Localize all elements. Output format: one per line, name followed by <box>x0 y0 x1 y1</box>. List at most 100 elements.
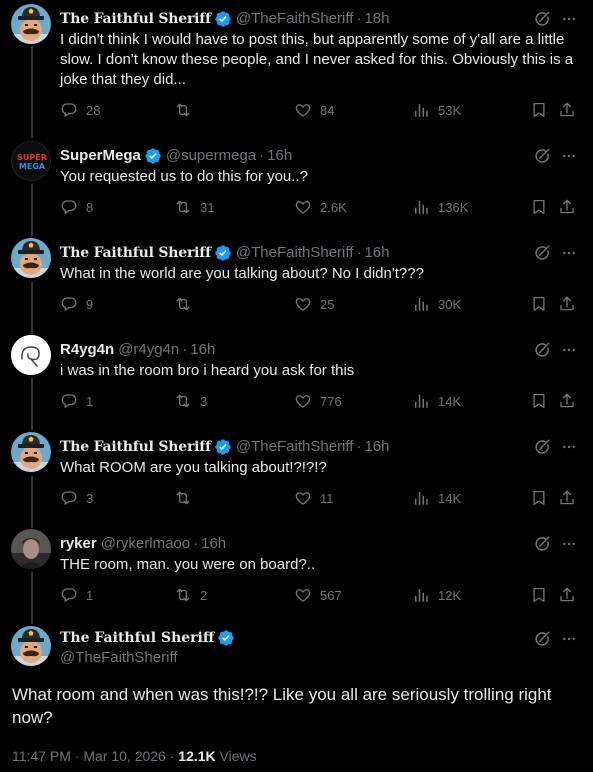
tweet-header: The Faithful Sheriff @TheFaithSheriff · … <box>60 243 389 263</box>
tweet[interactable]: The Faithful Sheriff @TheFaithSheriff · … <box>0 4 593 124</box>
share-button[interactable] <box>558 197 576 217</box>
reply-button[interactable]: 9 <box>60 294 93 314</box>
bookmark-icon <box>530 392 548 410</box>
display-name[interactable]: The Faithful Sheriff <box>60 630 214 646</box>
like-button[interactable]: 84 <box>294 100 334 120</box>
grok-icon[interactable] <box>533 10 551 28</box>
more-icon[interactable] <box>561 147 577 165</box>
bookmark-button[interactable] <box>530 488 548 508</box>
grok-icon[interactable] <box>533 244 551 262</box>
repost-button[interactable]: 3 <box>174 391 207 411</box>
like-button[interactable]: 25 <box>294 294 334 314</box>
timestamp[interactable]: 16h <box>364 243 389 263</box>
reply-button[interactable]: 8 <box>60 197 93 217</box>
avatar[interactable]: SUPER MEGA <box>11 141 51 181</box>
action-bar: 9 25 30K <box>60 294 580 314</box>
share-button[interactable] <box>558 585 576 605</box>
reply-icon <box>60 586 78 604</box>
repost-icon <box>174 392 192 410</box>
timestamp[interactable]: 16h <box>201 534 226 554</box>
handle[interactable]: @TheFaithSheriff <box>236 9 354 29</box>
timestamp[interactable]: 18h <box>364 9 389 29</box>
avatar[interactable] <box>11 432 51 472</box>
timestamp[interactable]: 16h <box>364 437 389 457</box>
views-button[interactable]: 14K <box>412 488 461 508</box>
like-icon <box>294 392 312 410</box>
repost-button[interactable] <box>174 488 200 508</box>
reply-button[interactable]: 3 <box>60 488 93 508</box>
more-icon[interactable] <box>561 10 577 28</box>
grok-icon[interactable] <box>533 535 551 553</box>
views-icon <box>412 101 430 119</box>
more-icon[interactable] <box>561 535 577 553</box>
more-icon[interactable] <box>561 341 577 359</box>
views-button[interactable]: 14K <box>412 391 461 411</box>
display-name[interactable]: The Faithful Sheriff <box>60 243 211 263</box>
tweet[interactable]: The Faithful Sheriff @TheFaithSheriff · … <box>0 432 593 518</box>
grok-icon[interactable] <box>533 630 551 648</box>
views-button[interactable]: 53K <box>412 100 461 120</box>
reply-button[interactable]: 28 <box>60 100 100 120</box>
grok-icon[interactable] <box>533 438 551 456</box>
reply-count: 9 <box>86 296 94 312</box>
handle[interactable]: @r4yg4n <box>118 340 179 360</box>
post-time[interactable]: 11:47 PM <box>12 748 71 764</box>
views-button[interactable]: 30K <box>412 294 461 314</box>
views-button[interactable]: 136K <box>412 197 468 217</box>
repost-button[interactable] <box>174 100 200 120</box>
share-button[interactable] <box>558 294 576 314</box>
display-name[interactable]: SuperMega <box>60 146 141 166</box>
handle[interactable]: @TheFaithSheriff <box>236 437 354 457</box>
reply-button[interactable]: 1 <box>60 585 93 605</box>
like-button[interactable]: 11 <box>294 488 334 508</box>
repost-button[interactable]: 31 <box>174 197 214 217</box>
tweet[interactable]: R4yg4n @r4yg4n · 16h i was in the room b… <box>0 335 593 421</box>
timestamp[interactable]: 16h <box>267 146 292 166</box>
display-name[interactable]: ryker <box>60 534 97 554</box>
tweet[interactable]: The Faithful Sheriff @TheFaithSheriff · … <box>0 238 593 324</box>
tweet[interactable]: SUPER MEGA SuperMega @supermega · 16h Yo… <box>0 141 593 227</box>
handle[interactable]: @TheFaithSheriff <box>60 649 178 666</box>
more-icon[interactable] <box>561 244 577 262</box>
display-name[interactable]: The Faithful Sheriff <box>60 437 211 457</box>
display-name[interactable]: R4yg4n <box>60 340 114 360</box>
bookmark-button[interactable] <box>530 100 548 120</box>
share-button[interactable] <box>558 391 576 411</box>
like-button[interactable]: 2.6K <box>294 197 347 217</box>
handle[interactable]: @TheFaithSheriff <box>236 243 354 263</box>
share-button[interactable] <box>558 488 576 508</box>
avatar[interactable] <box>11 335 51 375</box>
grok-icon[interactable] <box>533 341 551 359</box>
reply-button[interactable]: 1 <box>60 391 93 411</box>
grok-icon[interactable] <box>533 147 551 165</box>
like-icon <box>294 198 312 216</box>
more-icon[interactable] <box>561 438 577 456</box>
handle[interactable]: @supermega <box>166 146 256 166</box>
avatar[interactable] <box>11 4 51 44</box>
share-button[interactable] <box>558 100 576 120</box>
bookmark-button[interactable] <box>530 294 548 314</box>
views-button[interactable]: 12K <box>412 585 461 605</box>
views-count: 30K <box>438 296 462 312</box>
avatar[interactable] <box>11 238 51 278</box>
more-icon[interactable] <box>561 630 577 648</box>
views-icon <box>412 586 430 604</box>
bookmark-button[interactable] <box>530 197 548 217</box>
like-button[interactable]: 567 <box>294 585 342 605</box>
repost-count: 2 <box>200 587 208 603</box>
repost-button[interactable]: 2 <box>174 585 207 605</box>
tweet-header: SuperMega @supermega · 16h <box>60 146 292 166</box>
action-bar: 8 31 2.6K 136K <box>60 197 580 217</box>
timestamp[interactable]: 16h <box>190 340 215 360</box>
like-button[interactable]: 776 <box>294 391 342 411</box>
bookmark-button[interactable] <box>530 585 548 605</box>
bookmark-button[interactable] <box>530 391 548 411</box>
avatar[interactable] <box>11 529 51 569</box>
post-date[interactable]: Mar 10, 2026 <box>83 748 166 764</box>
repost-button[interactable] <box>174 294 200 314</box>
handle[interactable]: @rykerlmaoo <box>101 534 190 554</box>
avatar[interactable] <box>11 626 51 666</box>
tweet[interactable]: ryker @rykerlmaoo · 16h THE room, man. y… <box>0 529 593 615</box>
display-name[interactable]: The Faithful Sheriff <box>60 9 211 29</box>
views-count: 136K <box>438 199 469 215</box>
